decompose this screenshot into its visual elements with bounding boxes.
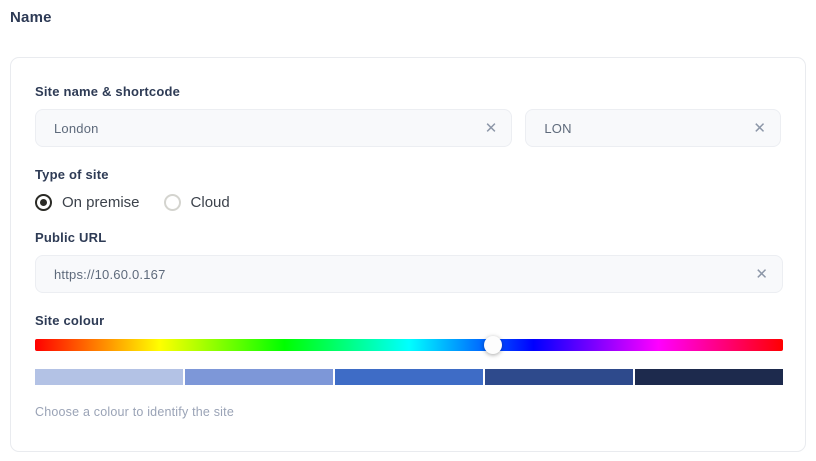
hue-slider-thumb[interactable] xyxy=(484,336,502,354)
site-colour-label: Site colour xyxy=(35,313,781,328)
radio-icon[interactable] xyxy=(164,194,181,211)
shortcode-field[interactable]: ✕ xyxy=(525,109,781,147)
hue-slider[interactable] xyxy=(35,339,783,351)
type-of-site-radio-group: On premise Cloud xyxy=(35,194,781,211)
shade-swatch[interactable] xyxy=(185,369,333,385)
site-name-field[interactable]: ✕ xyxy=(35,109,512,147)
public-url-input[interactable] xyxy=(54,267,747,282)
clear-icon[interactable]: ✕ xyxy=(747,267,768,282)
radio-icon[interactable] xyxy=(35,194,52,211)
shortcode-input[interactable] xyxy=(544,121,745,136)
clear-icon[interactable]: ✕ xyxy=(477,121,498,136)
public-url-field[interactable]: ✕ xyxy=(35,255,783,293)
site-name-shortcode-label: Site name & shortcode xyxy=(35,84,781,99)
shade-swatch[interactable] xyxy=(35,369,183,385)
site-colour-hint: Choose a colour to identify the site xyxy=(35,405,781,419)
public-url-label: Public URL xyxy=(35,230,781,245)
site-name-shortcode-row: ✕ ✕ xyxy=(35,109,781,147)
shade-swatch[interactable] xyxy=(485,369,633,385)
shade-swatch[interactable] xyxy=(335,369,483,385)
radio-option-on-premise[interactable]: On premise xyxy=(35,194,140,211)
shade-swatch-row xyxy=(35,369,783,385)
site-form-card: Site name & shortcode ✕ ✕ Type of site O… xyxy=(10,57,806,452)
page-title: Name xyxy=(10,9,52,26)
type-of-site-label: Type of site xyxy=(35,167,781,182)
clear-icon[interactable]: ✕ xyxy=(745,121,766,136)
radio-label: Cloud xyxy=(191,194,230,211)
radio-option-cloud[interactable]: Cloud xyxy=(164,194,230,211)
site-name-input[interactable] xyxy=(54,121,477,136)
radio-label: On premise xyxy=(62,194,140,211)
shade-swatch[interactable] xyxy=(635,369,783,385)
